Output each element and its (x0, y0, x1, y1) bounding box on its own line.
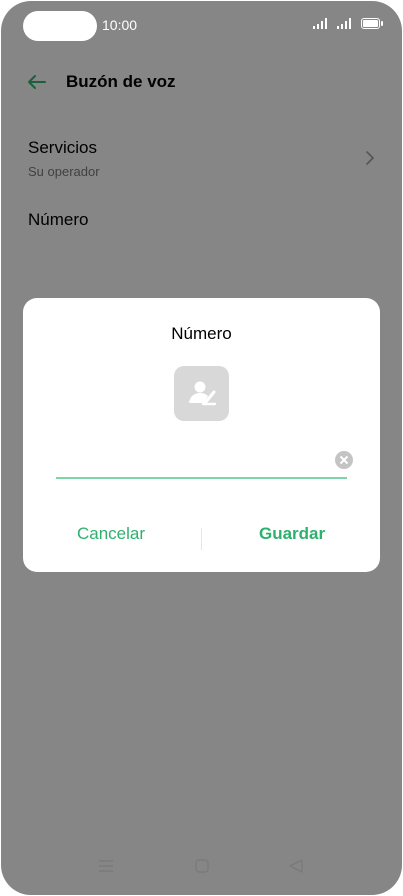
dialog-title: Número (171, 324, 232, 343)
dialog-actions: Cancelar Guardar (23, 524, 380, 554)
home-icon[interactable] (195, 859, 209, 873)
back-icon[interactable] (289, 859, 303, 873)
number-input-wrapper (56, 443, 353, 479)
contact-picker-icon (189, 381, 217, 406)
number-input[interactable] (56, 443, 347, 479)
status-icons (313, 18, 383, 29)
menu-icon[interactable] (98, 859, 114, 873)
number-dialog: Número Cancelar Guardar (23, 298, 380, 572)
save-button[interactable]: Guardar (259, 524, 325, 544)
camera-pill (23, 11, 97, 41)
contact-picker-button[interactable] (174, 366, 229, 421)
navigation-bar (1, 859, 402, 887)
signal-icon-2 (337, 18, 351, 29)
battery-icon (361, 18, 383, 29)
action-divider (201, 528, 202, 550)
signal-icon (313, 18, 327, 29)
cancel-button[interactable]: Cancelar (77, 524, 145, 544)
clear-icon[interactable] (335, 451, 353, 469)
status-time: 10:00 (102, 17, 138, 33)
